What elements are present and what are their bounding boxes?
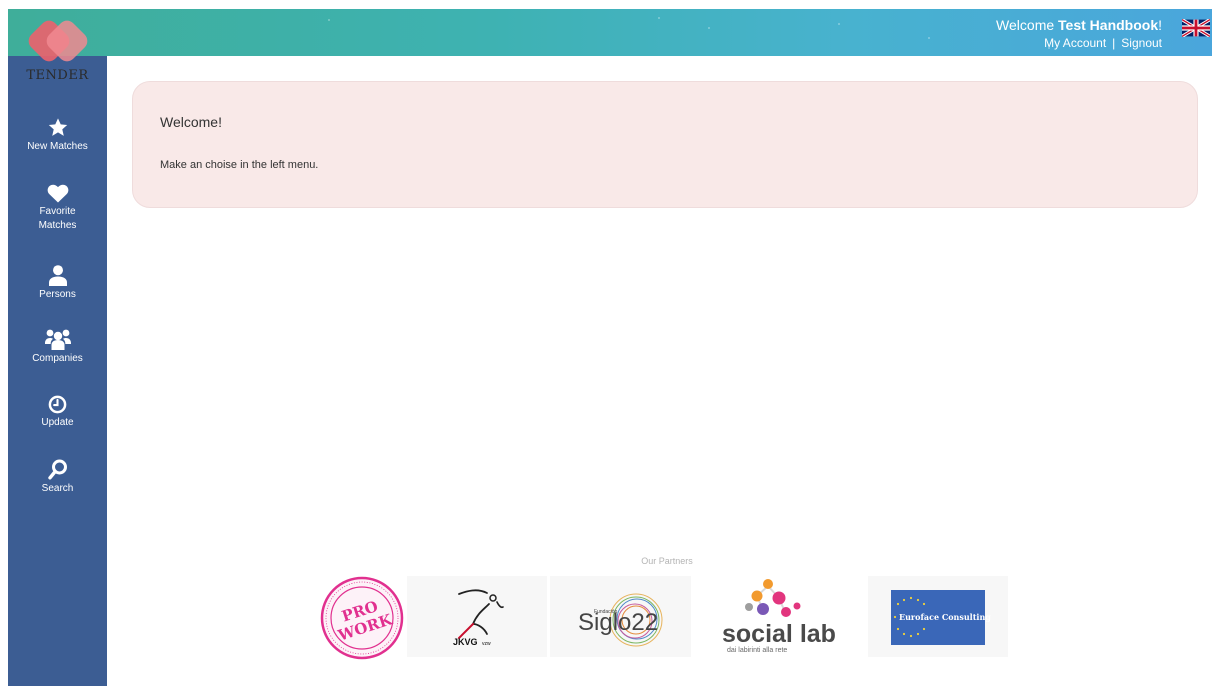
sidebar-item-new-matches[interactable]: New Matches [8,117,107,154]
sidebar-item-label: Update [41,417,74,428]
group-icon [44,329,71,350]
partner-logo-siglo22[interactable]: Fundación Siglo22 [550,576,691,657]
header-texture [658,17,660,19]
welcome-card: Welcome! Make an choise in the left menu… [132,81,1198,208]
header-texture [928,37,930,39]
welcome-prefix: Welcome [996,17,1059,33]
sidebar-item-label: Search [41,483,74,494]
partners-title: Our Partners [641,556,693,566]
logo-text: TENDER [26,68,89,83]
sidebar-item-label: New Matches [27,141,88,152]
partner-logo-jkvg[interactable]: JKVG vzw [407,576,547,657]
account-links: My Account | Signout [996,36,1162,50]
sidebar-item-search[interactable]: Search [8,459,107,496]
sidebar-item-persons[interactable]: Persons [8,265,107,302]
header-texture [838,23,840,25]
social-lab-subtext: dai labirinti alla rete [727,647,787,654]
sidebar-item-label: Favorite Matches [38,206,77,231]
jkvg-figure-icon: JKVG vzw [453,589,504,647]
sidebar-item-companies[interactable]: Companies [8,328,107,366]
welcome-title: Welcome! [160,114,222,130]
top-header-bar: Welcome Test Handbook! My Account | Signou… [8,9,1212,56]
header-texture [708,27,710,29]
jkvg-text: JKVG [453,637,478,647]
sidebar-item-update[interactable]: Update [8,395,107,430]
heart-icon [47,184,68,203]
clock-icon [48,395,67,414]
partner-logo-euroface[interactable]: Euroface Consulting [868,576,1008,657]
social-lab-text: social lab [722,620,836,648]
partner-logo-prowork[interactable]: PRO WORK [318,576,406,660]
star-icon [48,118,67,136]
euroface-eu-icon: Euroface Consulting [891,590,991,645]
user-name: Test Handbook [1058,17,1159,33]
welcome-user-text: Welcome Test Handbook! [996,17,1162,33]
welcome-suffix: ! [1158,17,1162,33]
uk-flag-icon[interactable] [1182,19,1210,37]
siglo22-text: Siglo22 [578,609,658,636]
euroface-text: Euroface Consulting [899,612,991,622]
jkvg-suffix: vzw [482,641,491,647]
welcome-instructions: Make an choise in the left menu. [160,159,319,171]
header-texture [328,19,330,21]
person-icon [48,265,67,286]
sidebar-item-label: Companies [32,353,83,364]
prowork-stamp-icon: PRO WORK [320,576,404,660]
siglo22-swirl-icon: Fundación Siglo22 [578,593,663,647]
search-icon [47,459,67,480]
user-area: Welcome Test Handbook! My Account | Signou… [996,17,1162,50]
my-account-link[interactable]: My Account [1044,36,1106,50]
partner-logo-social-lab[interactable]: social lab dai labirinti alla rete [693,576,866,657]
tender-logo[interactable]: TENDER [8,14,107,86]
sidebar-item-label: Persons [39,289,76,300]
sidebar-item-favorite-matches[interactable]: Favorite Matches [8,184,107,233]
social-lab-nodes-icon: social lab dai labirinti alla rete [722,579,836,654]
signout-link[interactable]: Signout [1121,36,1162,50]
logo-diamonds-icon [28,20,88,62]
link-separator: | [1112,36,1116,50]
